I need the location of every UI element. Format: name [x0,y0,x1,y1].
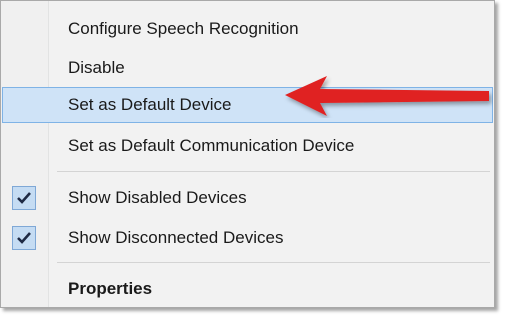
checkmark-icon [12,226,36,250]
menu-item-label: Show Disconnected Devices [68,228,284,247]
menu-item-label: Set as Default Device [68,95,232,114]
menu-item-show-disconnected-devices[interactable]: Show Disconnected Devices [2,220,493,256]
menu-item-label: Disable [68,58,125,77]
menu-item-configure-speech-recognition[interactable]: Configure Speech Recognition [2,11,493,47]
checkmark-icon [12,186,36,210]
menu-item-label: Properties [68,279,153,298]
menu-item-properties[interactable]: Properties [2,271,493,307]
menu-item-label: Show Disabled Devices [68,188,247,207]
context-menu: Configure Speech Recognition Disable Set… [0,0,495,308]
red-arrow-icon [285,76,489,116]
menu-separator [57,171,490,172]
menu-separator [57,262,490,263]
menu-item-label: Set as Default Communication Device [68,136,355,155]
menu-item-show-disabled-devices[interactable]: Show Disabled Devices [2,180,493,216]
menu-item-label: Configure Speech Recognition [68,19,299,38]
menu-item-set-as-default-communication-device[interactable]: Set as Default Communication Device [2,128,493,164]
